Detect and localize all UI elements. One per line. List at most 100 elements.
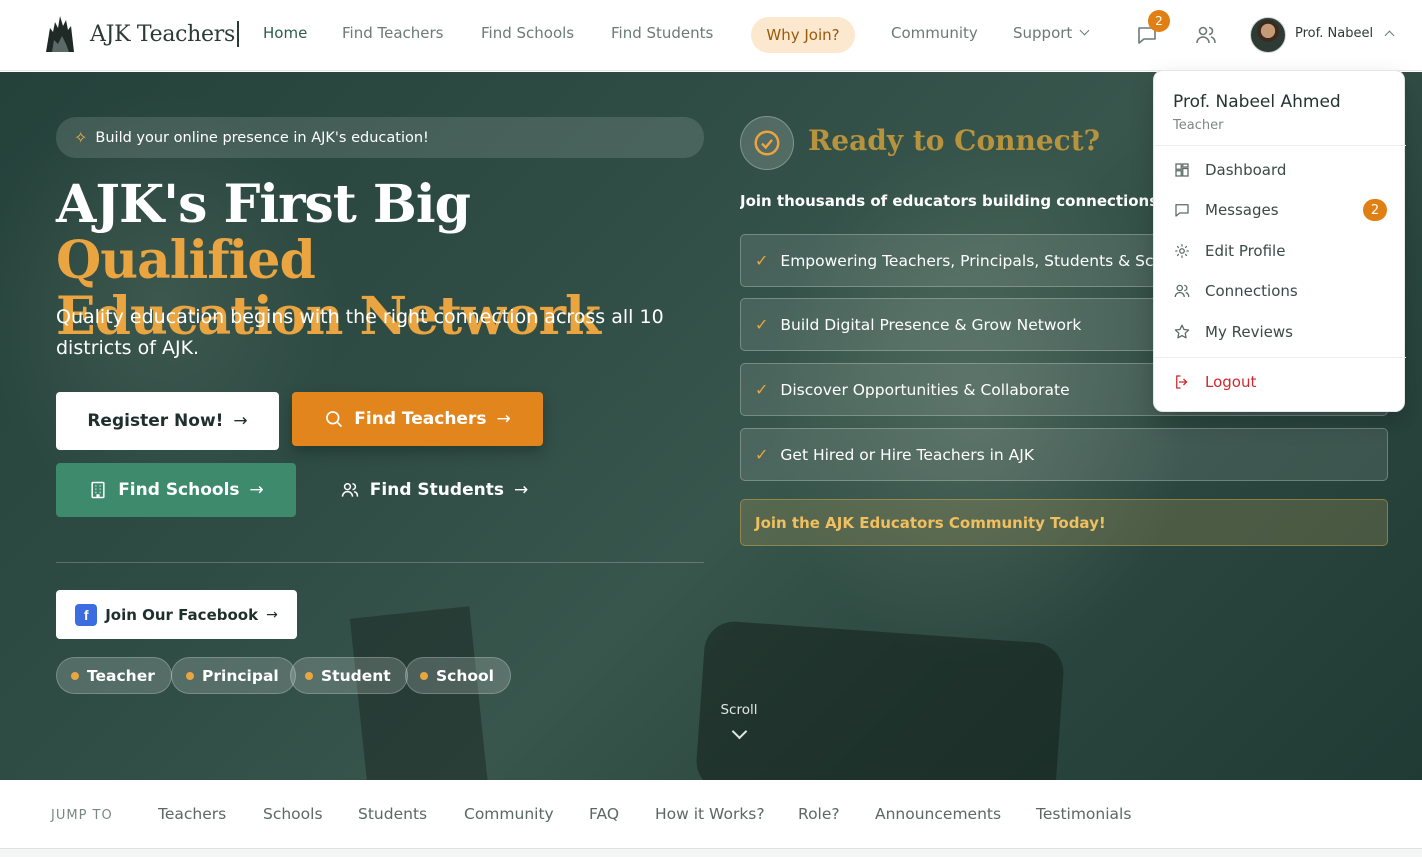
role-tag-principal[interactable]: Principal (171, 657, 296, 694)
feature-label: Build Digital Presence & Grow Network (780, 315, 1082, 334)
nav-support-label: Support (1013, 24, 1073, 42)
hero-subtext: Quality education begins with the right … (56, 306, 664, 359)
ready-title: Ready to Connect? (808, 124, 1101, 157)
menu-item-edit-profile[interactable]: Edit Profile (1154, 233, 1406, 269)
role-dot (71, 671, 79, 680)
castle-logo-icon (46, 16, 74, 52)
role-tag-teacher[interactable]: Teacher (56, 657, 172, 694)
role-label: Student (321, 666, 391, 685)
menu-item-logout[interactable]: Logout (1154, 364, 1406, 400)
find-students-button[interactable]: Find Students → (324, 463, 544, 517)
nav-find-students[interactable]: Find Students (611, 24, 713, 42)
arrow-right-icon: → (233, 411, 248, 431)
nav-community[interactable]: Community (891, 24, 978, 42)
dropdown-user-role: Teacher (1173, 118, 1224, 133)
menu-item-reviews[interactable]: My Reviews (1154, 314, 1406, 350)
star-icon (1174, 324, 1190, 339)
scroll-indicator[interactable]: Scroll (712, 702, 766, 740)
page-bottom-strip (0, 849, 1422, 857)
hero-tagline-pill: ✧ Build your online presence in AJK's ed… (56, 117, 704, 158)
find-schools-button[interactable]: Find Schools → (56, 463, 296, 517)
users-icon (1174, 284, 1190, 298)
jump-link-announcements[interactable]: Announcements (875, 805, 1001, 823)
jump-link-schools[interactable]: Schools (263, 805, 323, 823)
find-schools-label: Find Schools (118, 480, 240, 500)
spark-icon: ✧ (74, 128, 88, 147)
jump-link-role[interactable]: Role? (798, 805, 840, 823)
find-teachers-button[interactable]: Find Teachers → (292, 392, 543, 446)
menu-label: My Reviews (1205, 323, 1293, 341)
menu-item-dashboard[interactable]: Dashboard (1154, 152, 1406, 188)
role-label: Principal (202, 666, 279, 685)
nav-support[interactable]: Support (1013, 24, 1090, 42)
message-icon (1175, 204, 1189, 217)
user-menu-name[interactable]: Prof. Nabeel (1295, 26, 1373, 41)
gear-icon (1175, 244, 1189, 258)
check-icon: ✓ (755, 445, 769, 464)
jump-link-community[interactable]: Community (464, 805, 554, 823)
dashboard-icon (1175, 163, 1189, 177)
menu-label: Logout (1205, 373, 1257, 391)
hero-divider (56, 562, 704, 563)
community-cta[interactable]: Join the AJK Educators Community Today! (740, 499, 1388, 546)
jump-link-students[interactable]: Students (358, 805, 427, 823)
top-navbar: AJK Teachers Home Find Teachers Find Sch… (0, 0, 1422, 71)
facebook-icon: f (75, 603, 98, 626)
menu-label: Dashboard (1205, 161, 1287, 179)
brand-caret (236, 21, 239, 47)
role-dot (305, 671, 313, 680)
nav-why-join[interactable]: Why Join? (751, 17, 855, 53)
nav-find-schools[interactable]: Find Schools (481, 24, 574, 42)
feature-item: ✓ Get Hired or Hire Teachers in AJK (740, 428, 1388, 481)
check-icon: ✓ (755, 380, 769, 399)
chevron-up-icon[interactable] (1384, 30, 1395, 41)
messages-count-badge: 2 (1363, 199, 1387, 221)
brand-name: AJK Teachers (90, 21, 235, 47)
check-icon: ✓ (755, 315, 769, 334)
check-icon: ✓ (755, 251, 769, 270)
jump-link-how-it-works[interactable]: How it Works? (655, 805, 765, 823)
jump-to-bar: JUMP TO Teachers Schools Students Commun… (0, 780, 1422, 849)
users-icon (1196, 26, 1216, 44)
register-button[interactable]: Register Now! → (56, 392, 279, 450)
hero-background-shape (694, 619, 1066, 780)
scroll-label: Scroll (720, 702, 758, 718)
arrow-right-icon: → (513, 480, 529, 500)
logout-icon (1176, 375, 1188, 389)
role-tag-school[interactable]: School (405, 657, 511, 694)
dropdown-divider (1154, 145, 1406, 146)
check-circle-icon (754, 130, 780, 156)
find-teachers-label: Find Teachers (354, 409, 487, 429)
facebook-button[interactable]: f Join Our Facebook → (56, 590, 297, 639)
connections-nav-button[interactable] (1193, 23, 1219, 47)
menu-label: Messages (1205, 201, 1279, 219)
nav-find-teachers[interactable]: Find Teachers (342, 24, 444, 42)
search-icon (326, 411, 343, 428)
jump-link-testimonials[interactable]: Testimonials (1036, 805, 1131, 823)
role-label: School (436, 666, 494, 685)
building-icon (91, 481, 105, 499)
arrow-right-icon: → (266, 606, 278, 623)
menu-label: Connections (1205, 282, 1298, 300)
nav-home[interactable]: Home (263, 24, 307, 42)
users-icon (341, 483, 359, 497)
menu-item-connections[interactable]: Connections (1154, 273, 1406, 309)
chevron-down-icon (1079, 25, 1090, 36)
dropdown-divider (1154, 357, 1406, 358)
feature-label: Empowering Teachers, Principals, Student… (780, 251, 1195, 270)
brand-logo[interactable]: AJK Teachers (42, 14, 239, 54)
user-avatar[interactable] (1250, 17, 1286, 53)
jump-link-teachers[interactable]: Teachers (158, 805, 226, 823)
hero-tagline: Build your online presence in AJK's educ… (95, 129, 429, 146)
jump-link-faq[interactable]: FAQ (589, 805, 619, 823)
messages-count-badge: 2 (1148, 10, 1170, 32)
menu-item-messages[interactable]: Messages 2 (1154, 192, 1406, 228)
feature-label: Discover Opportunities & Collaborate (780, 380, 1070, 399)
headline-white: AJK's First Big (56, 174, 471, 235)
role-dot (420, 671, 428, 680)
arrow-right-icon: → (249, 480, 264, 500)
arrow-right-icon: → (496, 409, 511, 429)
role-tag-student[interactable]: Student (290, 657, 408, 694)
headline-gold-1: Qualified (56, 230, 316, 291)
role-label: Teacher (87, 666, 155, 685)
